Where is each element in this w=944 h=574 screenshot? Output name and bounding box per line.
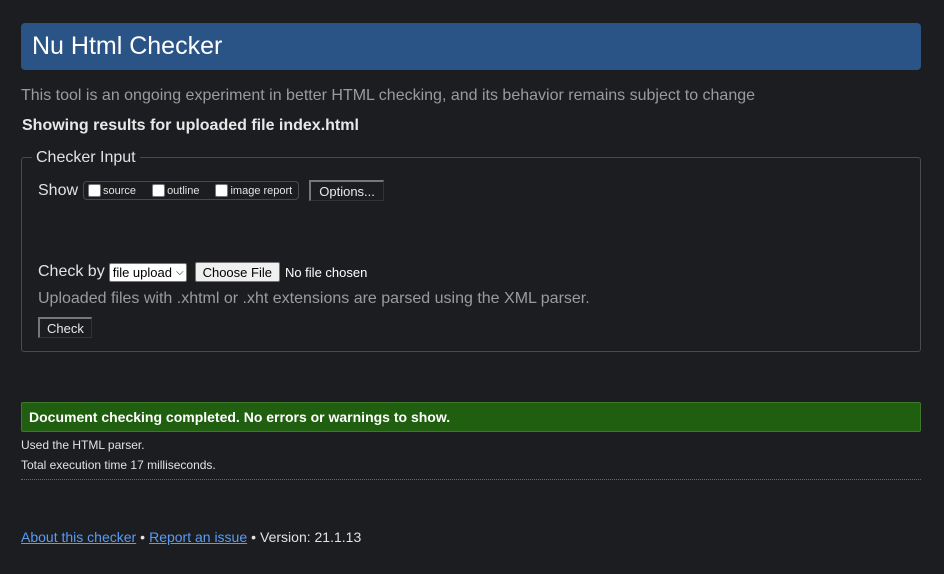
footer-bullet-2: •: [251, 529, 257, 545]
image-report-checkbox-label: image report: [230, 184, 293, 197]
page-title: Nu Html Checker: [32, 32, 223, 60]
results-heading: Showing results for uploaded file index.…: [22, 117, 359, 134]
parser-info: Used the HTML parser.: [21, 438, 145, 452]
version-text: Version: 21.1.13: [260, 529, 362, 545]
outline-checkbox-label: outline: [167, 184, 200, 197]
show-source-option[interactable]: source: [88, 184, 136, 197]
source-checkbox[interactable]: [88, 184, 102, 197]
check-by-selected-value: file upload: [112, 264, 172, 280]
upload-hint: Uploaded files with .xhtml or .xht exten…: [38, 290, 590, 307]
page-header: Nu Html Checker: [21, 23, 921, 70]
about-link[interactable]: About this checker: [21, 529, 136, 545]
checker-input-fieldset: Checker Input Show source outline image …: [21, 149, 921, 352]
report-issue-link[interactable]: Report an issue: [149, 529, 247, 545]
check-by-label: Check by: [38, 263, 105, 280]
options-button[interactable]: Options...: [309, 180, 384, 201]
show-label: Show: [38, 181, 79, 199]
checker-input-legend: Checker Input: [32, 149, 140, 167]
tagline: This tool is an ongoing experiment in be…: [21, 87, 756, 104]
image-report-checkbox[interactable]: [215, 184, 229, 197]
divider: [21, 479, 921, 480]
choose-file-button[interactable]: Choose File: [194, 262, 280, 282]
footer-bullet-1: •: [140, 529, 146, 545]
chevron-down-icon: ⌵: [175, 266, 184, 278]
footer: About this checker • Report an issue • V…: [21, 529, 361, 545]
show-options-group: source outline image report: [83, 181, 300, 200]
check-by-row: Check by file upload ⌵ Choose File No fi…: [38, 262, 367, 282]
source-checkbox-label: source: [103, 184, 137, 197]
show-image-report-option[interactable]: image report: [215, 184, 292, 197]
file-status: No file chosen: [284, 264, 368, 280]
show-row: Show source outline image report Options…: [38, 180, 384, 201]
show-outline-option[interactable]: outline: [152, 184, 199, 197]
check-button[interactable]: Check: [38, 317, 92, 338]
outline-checkbox[interactable]: [152, 184, 166, 197]
execution-time: Total execution time 17 milliseconds.: [21, 458, 216, 472]
success-banner: Document checking completed. No errors o…: [21, 402, 921, 432]
check-by-select[interactable]: file upload ⌵: [108, 262, 187, 282]
